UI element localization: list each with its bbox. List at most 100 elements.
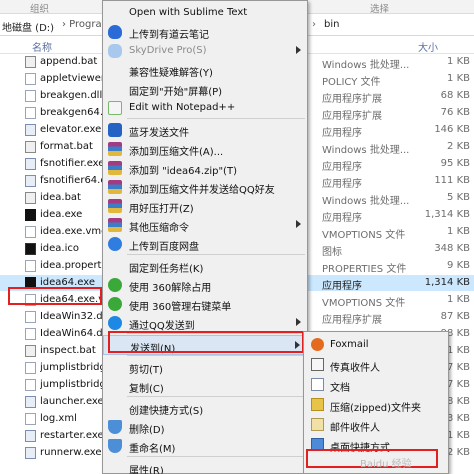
- menu-item-label: 添加到 "idea64.zip"(T): [129, 166, 237, 177]
- winrar-icon: [108, 180, 122, 194]
- ico-file-icon: [25, 243, 36, 255]
- file-name: elevator.exe: [40, 124, 102, 135]
- bluetooth-icon: [108, 123, 122, 137]
- file-type: VMOPTIONS 文件: [322, 298, 406, 309]
- menu-item-label: 通过QQ发送到: [129, 321, 195, 332]
- menu-item-label: Edit with Notepad++: [129, 102, 236, 113]
- menu-item-label: 其他压缩命令: [129, 223, 189, 234]
- exe-file-icon: [25, 447, 36, 459]
- menu-item[interactable]: 添加到 "idea64.zip"(T): [103, 158, 307, 178]
- file-icon: [25, 226, 36, 238]
- highlight-box-send-to: [108, 331, 304, 353]
- file-name: idea.propertie: [40, 260, 102, 271]
- menu-item[interactable]: 使用 360管理右键菜单: [103, 294, 307, 314]
- menu-item[interactable]: 蓝牙发送文件: [103, 120, 307, 140]
- menu-item[interactable]: 删除(D): [103, 417, 307, 437]
- menu-item-label: 创建快捷方式(S): [129, 406, 204, 417]
- submenu-arrow-icon: [296, 220, 301, 228]
- send-to-item[interactable]: Foxmail: [304, 336, 448, 354]
- dll-file-icon: [25, 107, 36, 119]
- file-name: idea.ico: [40, 243, 79, 254]
- menu-item[interactable]: 剪切(T): [103, 357, 307, 377]
- send-to-item-label: Foxmail: [330, 339, 369, 350]
- file-size: 5 KB: [447, 192, 470, 203]
- file-icon: [25, 73, 36, 85]
- file-name: jumplistbridg: [40, 362, 102, 373]
- organize-menu[interactable]: 组织: [30, 1, 49, 15]
- menu-item[interactable]: 其他压缩命令: [103, 215, 307, 235]
- menu-item[interactable]: 创建快捷方式(S): [103, 398, 307, 418]
- menu-item-label: 上传到百度网盘: [129, 242, 199, 253]
- menu-item[interactable]: 属性(R): [103, 458, 307, 474]
- menu-item[interactable]: 重命名(M): [103, 436, 307, 456]
- send-to-item-label: 压缩(zipped)文件夹: [330, 403, 422, 414]
- file-type: POLICY 文件: [322, 77, 381, 88]
- file-size: 9 KB: [447, 260, 470, 271]
- winrar-icon: [108, 142, 122, 156]
- menu-item-label: 固定到任务栏(K): [129, 264, 204, 275]
- menu-item[interactable]: 复制(C): [103, 376, 307, 396]
- file-name: log.xml: [40, 413, 77, 424]
- file-type: 应用程序: [322, 179, 362, 190]
- watermark: Baidu 经验: [360, 459, 412, 470]
- menu-item[interactable]: 通过QQ发送到: [103, 313, 307, 333]
- menu-item-label: 复制(C): [129, 384, 164, 395]
- menu-item[interactable]: 固定到任务栏(K): [103, 256, 307, 276]
- menu-separator: [127, 254, 305, 255]
- dll-file-icon: [25, 328, 36, 340]
- menu-item[interactable]: 固定到"开始"屏幕(P): [103, 79, 307, 99]
- breadcrumb-bin[interactable]: bin: [324, 19, 339, 30]
- submenu-arrow-icon: [296, 318, 301, 326]
- winrar-icon: [108, 161, 122, 175]
- menu-separator: [127, 456, 305, 457]
- menu-item[interactable]: Edit with Notepad++: [103, 98, 307, 118]
- zip-folder-icon: [311, 398, 324, 411]
- idea-app-icon: [25, 209, 36, 221]
- file-size: 1 KB: [447, 294, 470, 305]
- cloud-icon: [108, 25, 122, 39]
- exe-file-icon: [25, 430, 36, 442]
- select-menu[interactable]: 选择: [370, 1, 389, 15]
- winrar-icon: [108, 218, 122, 232]
- 360-icon: [108, 297, 122, 311]
- file-name: format.bat: [40, 141, 93, 152]
- menu-item-label: Open with Sublime Text: [129, 7, 248, 18]
- shield-icon: [108, 420, 122, 434]
- dll-file-icon: [25, 311, 36, 323]
- send-to-item-label: 邮件收件人: [330, 423, 380, 434]
- menu-item-label: 重命名(M): [129, 444, 176, 455]
- exe-file-icon: [25, 396, 36, 408]
- file-name: jumplistbridg: [40, 379, 102, 390]
- column-name[interactable]: 名称: [32, 39, 52, 54]
- menu-separator: [127, 355, 305, 356]
- breadcrumb-drive[interactable]: 地磁盘 (D:): [2, 19, 54, 34]
- menu-item[interactable]: 添加到压缩文件并发送给QQ好友: [103, 177, 307, 197]
- file-name: idea.bat: [40, 192, 81, 203]
- menu-item[interactable]: 兼容性疑难解答(Y): [103, 60, 307, 80]
- send-to-item[interactable]: 传真收件人: [304, 356, 448, 374]
- menu-item-label: 固定到"开始"屏幕(P): [129, 87, 223, 98]
- menu-item[interactable]: SkyDrive Pro(S): [103, 41, 307, 61]
- file-name: launcher.exe: [40, 396, 102, 407]
- xml-file-icon: [25, 413, 36, 425]
- file-type: 应用程序: [322, 281, 362, 292]
- send-to-item[interactable]: 压缩(zipped)文件夹: [304, 396, 448, 414]
- exe-file-icon: [25, 158, 36, 170]
- menu-item[interactable]: 添加到压缩文件(A)...: [103, 139, 307, 159]
- menu-item-label: 兼容性疑难解答(Y): [129, 68, 213, 79]
- dll-file-icon: [25, 379, 36, 391]
- menu-item[interactable]: 使用 360解除占用: [103, 275, 307, 295]
- file-type: 应用程序: [322, 128, 362, 139]
- send-to-item[interactable]: 邮件收件人: [304, 416, 448, 434]
- send-to-item[interactable]: 文档: [304, 376, 448, 394]
- menu-item[interactable]: 用好压打开(Z): [103, 196, 307, 216]
- menu-item[interactable]: 上传到有道云笔记: [103, 22, 307, 42]
- send-to-item-label: 文档: [330, 383, 350, 394]
- file-type: Windows 批处理...: [322, 196, 410, 207]
- menu-item[interactable]: 上传到百度网盘: [103, 234, 307, 254]
- column-size[interactable]: 大小: [418, 39, 438, 54]
- 360-icon: [108, 278, 122, 292]
- file-size: 87 KB: [440, 311, 470, 322]
- dll-file-icon: [25, 362, 36, 374]
- menu-item[interactable]: Open with Sublime Text: [103, 3, 307, 23]
